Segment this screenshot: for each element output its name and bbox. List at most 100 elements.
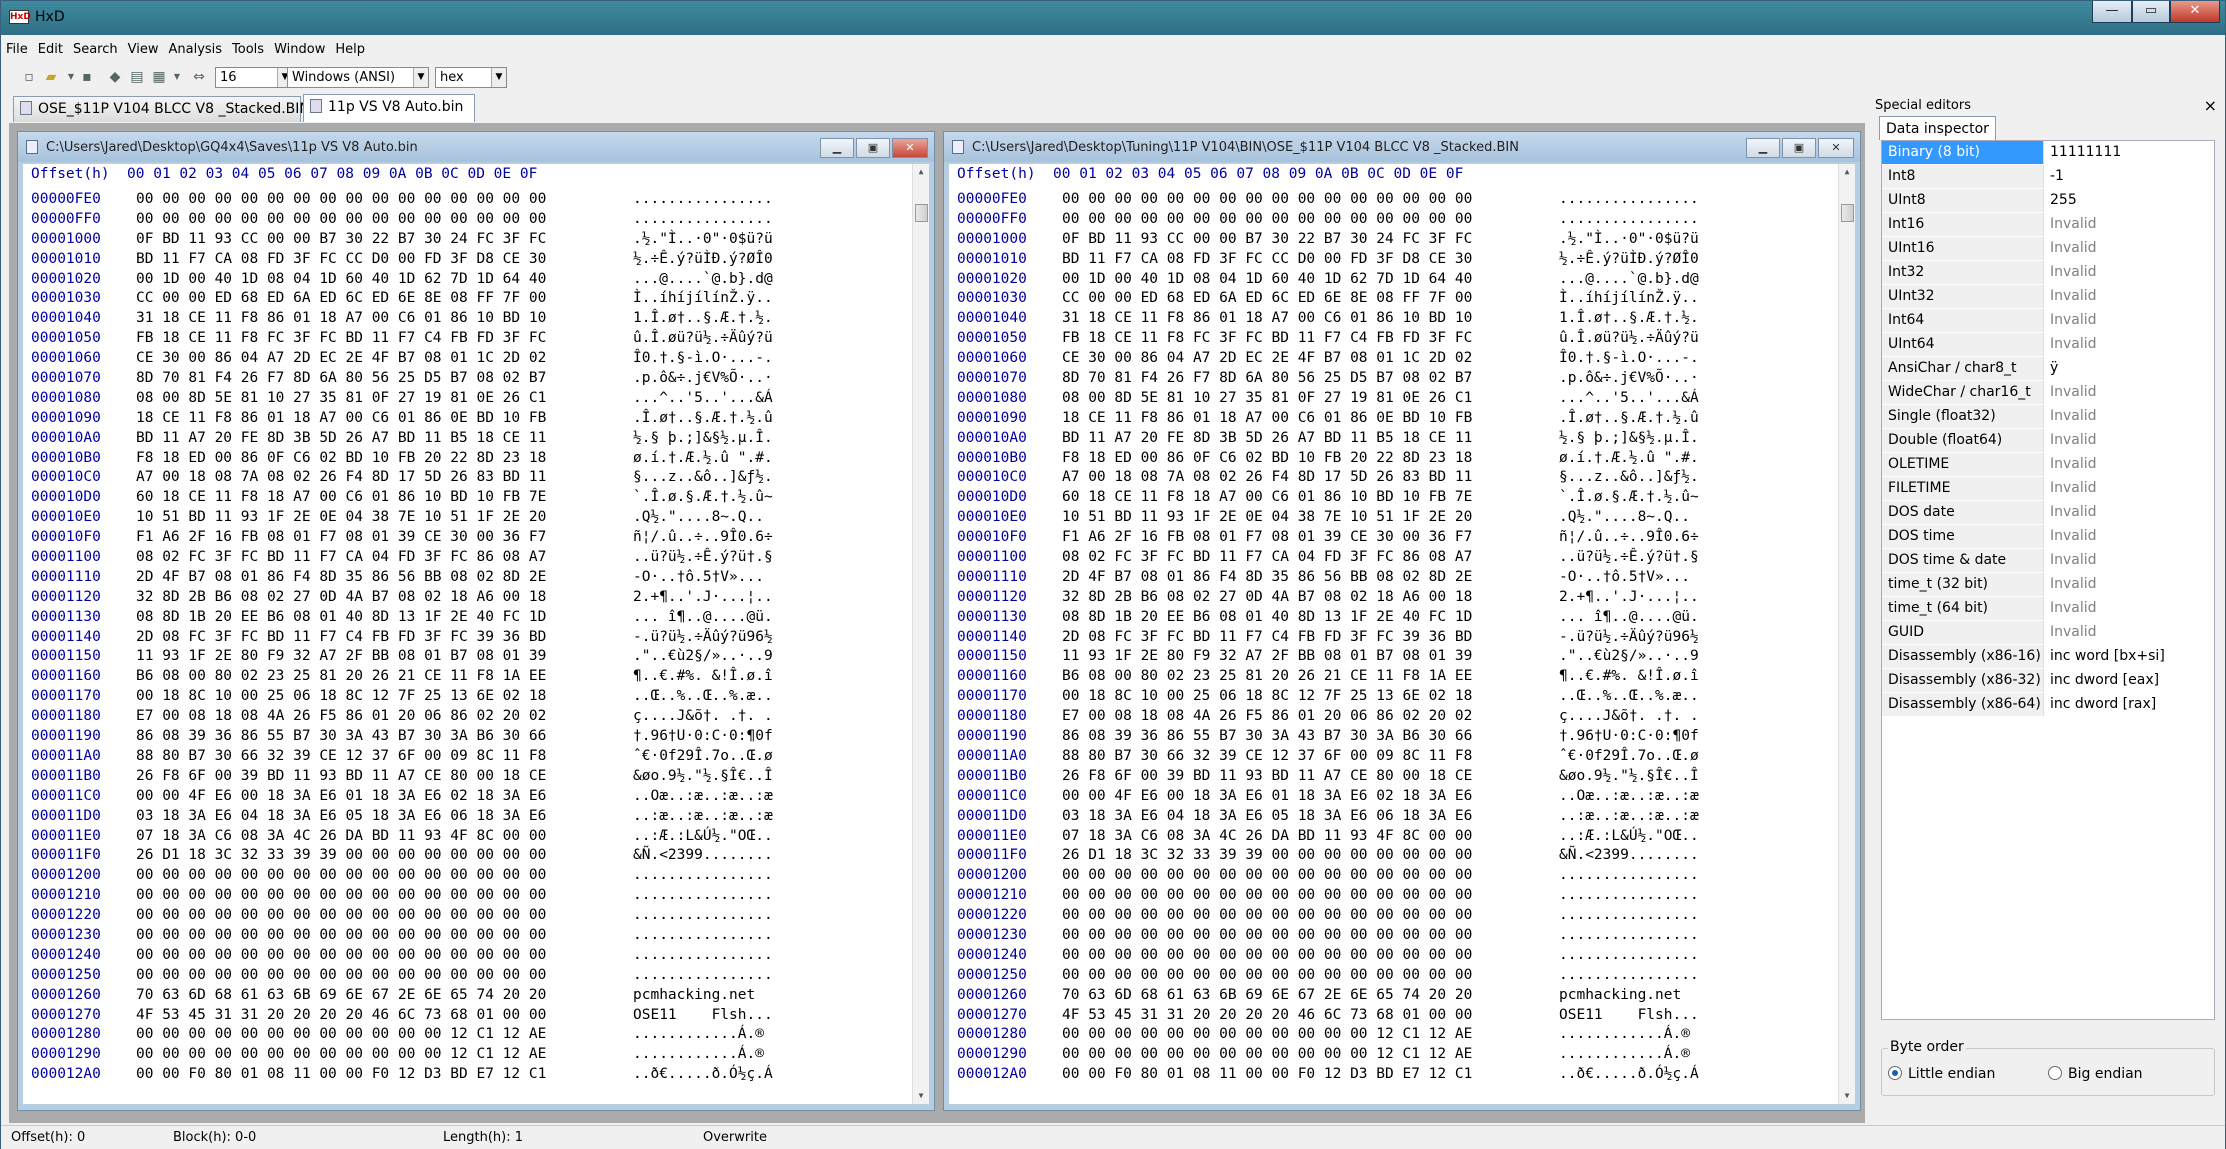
inspector-row[interactable]: Double (float64) Invalid bbox=[1882, 429, 2214, 453]
row-text[interactable]: ..ü?ü½.÷Ê.ý?ü†.§ bbox=[633, 548, 773, 568]
inspector-value[interactable]: Invalid bbox=[2044, 477, 2214, 500]
row-hex-bytes[interactable]: 60 18 CE 11 F8 18 A7 00 C6 01 86 10 BD 1… bbox=[1062, 488, 1472, 508]
tab-data-inspector[interactable]: Data inspector bbox=[1879, 116, 1996, 140]
row-hex-bytes[interactable]: 00 00 00 00 00 00 00 00 00 00 00 00 00 0… bbox=[1062, 886, 1472, 906]
row-text[interactable]: ................ bbox=[1559, 886, 1699, 906]
row-text[interactable]: ."..€ù2§/»..·..9 bbox=[633, 647, 773, 667]
row-hex-bytes[interactable]: 00 00 00 00 00 00 00 00 00 00 00 00 00 0… bbox=[1062, 866, 1472, 886]
row-hex-bytes[interactable]: CC 00 00 ED 68 ED 6A ED 6C ED 6E 8E 08 F… bbox=[136, 289, 546, 309]
row-text[interactable]: -O·..†ô.5†V»... bbox=[1559, 568, 1690, 588]
inspector-row[interactable]: UInt64 Invalid bbox=[1882, 333, 2214, 357]
row-text[interactable]: ................ bbox=[1559, 966, 1699, 986]
inspector-row[interactable]: DOS date Invalid bbox=[1882, 501, 2214, 525]
row-text[interactable]: ...@....`@.b}.d@ bbox=[1559, 270, 1699, 290]
row-hex-bytes[interactable]: 18 CE 11 F8 86 01 18 A7 00 C6 01 86 0E B… bbox=[1062, 409, 1472, 429]
row-text[interactable]: ............Á.® bbox=[633, 1025, 764, 1045]
row-hex-bytes[interactable]: 00 00 00 00 00 00 00 00 00 00 00 00 00 0… bbox=[136, 906, 546, 926]
inspector-row[interactable]: WideChar / char16_t Invalid bbox=[1882, 381, 2214, 405]
row-text[interactable]: ................ bbox=[1559, 866, 1699, 886]
charset-select[interactable]: Windows (ANSI) ▼ bbox=[287, 67, 429, 88]
menu-tools[interactable]: Tools bbox=[227, 39, 269, 60]
row-hex-bytes[interactable]: 00 00 00 00 00 00 00 00 00 00 00 00 00 0… bbox=[136, 190, 546, 210]
inspector-row[interactable]: DOS time & date Invalid bbox=[1882, 549, 2214, 573]
row-hex-bytes[interactable]: 00 1D 00 40 1D 08 04 1D 60 40 1D 62 7D 1… bbox=[1062, 270, 1472, 290]
row-hex-bytes[interactable]: CC 00 00 ED 68 ED 6A ED 6C ED 6E 8E 08 F… bbox=[1062, 289, 1472, 309]
inspector-row[interactable]: Disassembly (x86-64) inc dword [rax] bbox=[1882, 693, 2214, 717]
row-hex-bytes[interactable]: 10 51 BD 11 93 1F 2E 0E 04 38 7E 10 51 1… bbox=[1062, 508, 1472, 528]
hex-view[interactable]: Offset(h) 00 01 02 03 04 05 06 07 08 09 … bbox=[949, 164, 1855, 1104]
row-text[interactable]: ................ bbox=[633, 946, 773, 966]
inspector-value[interactable]: Invalid bbox=[2044, 525, 2214, 548]
menu-view[interactable]: View bbox=[123, 39, 164, 60]
inspector-value[interactable]: Invalid bbox=[2044, 285, 2214, 308]
scroll-down-icon[interactable]: ▼ bbox=[913, 1088, 929, 1104]
row-hex-bytes[interactable]: 00 00 F0 80 01 08 11 00 00 F0 12 D3 BD E… bbox=[136, 1065, 546, 1085]
row-text[interactable]: ................ bbox=[633, 886, 773, 906]
offset-base-select[interactable]: hex ▼ bbox=[435, 67, 507, 88]
row-hex-bytes[interactable]: 26 F8 6F 00 39 BD 11 93 BD 11 A7 CE 80 0… bbox=[1062, 767, 1472, 787]
row-hex-bytes[interactable]: 08 8D 1B 20 EE B6 08 01 40 8D 13 1F 2E 4… bbox=[1062, 608, 1472, 628]
row-text[interactable]: ............Á.® bbox=[1559, 1025, 1690, 1045]
row-hex-bytes[interactable]: 32 8D 2B B6 08 02 27 0D 4A B7 08 02 18 A… bbox=[1062, 588, 1472, 608]
hex-view[interactable]: Offset(h) 00 01 02 03 04 05 06 07 08 09 … bbox=[23, 164, 929, 1104]
row-hex-bytes[interactable]: 11 93 1F 2E 80 F9 32 A7 2F BB 08 01 B7 0… bbox=[1062, 647, 1472, 667]
row-text[interactable]: ˆ€·0f29Î.7o..Œ.ø bbox=[633, 747, 773, 767]
inspector-value[interactable]: inc dword [eax] bbox=[2044, 669, 2214, 692]
row-hex-bytes[interactable]: 00 00 00 00 00 00 00 00 00 00 00 00 00 0… bbox=[136, 866, 546, 886]
row-text[interactable]: ... î¶..@....@ü. bbox=[1559, 608, 1699, 628]
inspector-row[interactable]: UInt16 Invalid bbox=[1882, 237, 2214, 261]
row-text[interactable]: ."..€ù2§/»..·..9 bbox=[1559, 647, 1699, 667]
inspector-row[interactable]: DOS time Invalid bbox=[1882, 525, 2214, 549]
editor-maximize-button[interactable]: ▣ bbox=[1782, 138, 1816, 158]
scroll-up-icon[interactable]: ▲ bbox=[913, 164, 929, 180]
row-hex-bytes[interactable]: 00 00 00 00 00 00 00 00 00 00 00 00 00 0… bbox=[136, 966, 546, 986]
inspector-row[interactable]: GUID Invalid bbox=[1882, 621, 2214, 645]
inspector-value[interactable]: inc dword [rax] bbox=[2044, 693, 2214, 716]
row-hex-bytes[interactable]: 8D 70 81 F4 26 F7 8D 6A 80 56 25 D5 B7 0… bbox=[1062, 369, 1472, 389]
inspector-row[interactable]: Int16 Invalid bbox=[1882, 213, 2214, 237]
inspector-value[interactable]: -1 bbox=[2044, 165, 2214, 188]
row-hex-bytes[interactable]: A7 00 18 08 7A 08 02 26 F4 8D 17 5D 26 8… bbox=[1062, 468, 1472, 488]
row-text[interactable]: ................ bbox=[1559, 190, 1699, 210]
row-hex-bytes[interactable]: BD 11 F7 CA 08 FD 3F FC CC D0 00 FD 3F D… bbox=[1062, 250, 1472, 270]
row-text[interactable]: .½."Ì..·0"·0$ü?ü bbox=[1559, 230, 1699, 250]
row-text[interactable]: ................ bbox=[633, 906, 773, 926]
menu-window[interactable]: Window bbox=[269, 39, 330, 60]
row-hex-bytes[interactable]: 07 18 3A C6 08 3A 4C 26 DA BD 11 93 4F 8… bbox=[136, 827, 546, 847]
inspector-value[interactable]: Invalid bbox=[2044, 381, 2214, 404]
row-text[interactable]: ................ bbox=[633, 190, 773, 210]
inspector-row[interactable]: OLETIME Invalid bbox=[1882, 453, 2214, 477]
print-icon[interactable]: ▤ bbox=[127, 67, 147, 87]
row-text[interactable]: OSE11 Flsh... bbox=[633, 1006, 773, 1026]
row-hex-bytes[interactable]: 00 00 00 00 00 00 00 00 00 00 00 00 12 C… bbox=[1062, 1025, 1472, 1045]
row-text[interactable]: 2.+¶..'.J·...¦.. bbox=[633, 588, 773, 608]
row-hex-bytes[interactable]: 00 00 4F E6 00 18 3A E6 01 18 3A E6 02 1… bbox=[1062, 787, 1472, 807]
row-text[interactable]: ..ð€.....ð.Ó½ç.Á bbox=[633, 1065, 773, 1085]
row-text[interactable]: ½.÷Ê.ý?üÌÐ.ý?ØÎ0 bbox=[633, 250, 773, 270]
row-hex-bytes[interactable]: 08 8D 1B 20 EE B6 08 01 40 8D 13 1F 2E 4… bbox=[136, 608, 546, 628]
inspector-row[interactable]: time_t (64 bit) Invalid bbox=[1882, 597, 2214, 621]
row-text[interactable]: `.Î.ø.§.Æ.†.½.û~ bbox=[1559, 488, 1699, 508]
row-text[interactable]: û.Î.øü?ü½.÷Äûý?ü bbox=[633, 329, 773, 349]
row-hex-bytes[interactable]: 08 02 FC 3F FC BD 11 F7 CA 04 FD 3F FC 8… bbox=[136, 548, 546, 568]
new-file-icon[interactable]: ▫ bbox=[19, 67, 39, 87]
row-text[interactable]: ................ bbox=[633, 926, 773, 946]
row-hex-bytes[interactable]: BD 11 F7 CA 08 FD 3F FC CC D0 00 FD 3F D… bbox=[136, 250, 546, 270]
inspector-value[interactable]: Invalid bbox=[2044, 501, 2214, 524]
inspector-value[interactable]: Invalid bbox=[2044, 213, 2214, 236]
row-hex-bytes[interactable]: 88 80 B7 30 66 32 39 CE 12 37 6F 00 09 8… bbox=[1062, 747, 1472, 767]
row-text[interactable]: ½.§ þ.;]&§½.µ.Î. bbox=[633, 429, 773, 449]
scroll-thumb[interactable] bbox=[1841, 204, 1854, 222]
row-hex-bytes[interactable]: 08 00 8D 5E 81 10 27 35 81 0F 27 19 81 0… bbox=[1062, 389, 1472, 409]
maximize-button[interactable]: ▭ bbox=[2132, 1, 2170, 23]
row-hex-bytes[interactable]: 00 00 F0 80 01 08 11 00 00 F0 12 D3 BD E… bbox=[1062, 1065, 1472, 1085]
row-text[interactable]: ... î¶..@....@ü. bbox=[633, 608, 773, 628]
row-hex-bytes[interactable]: 00 00 00 00 00 00 00 00 00 00 00 00 00 0… bbox=[1062, 906, 1472, 926]
inspector-row[interactable]: FILETIME Invalid bbox=[1882, 477, 2214, 501]
vertical-scrollbar[interactable]: ▲ ▼ bbox=[912, 164, 929, 1104]
inspector-row[interactable]: UInt32 Invalid bbox=[1882, 285, 2214, 309]
row-text[interactable]: ..:æ..:æ..:æ..:æ bbox=[633, 807, 773, 827]
row-text[interactable]: ..Oæ..:æ..:æ..:æ bbox=[633, 787, 773, 807]
vertical-scrollbar[interactable]: ▲ ▼ bbox=[1838, 164, 1855, 1104]
row-text[interactable]: 1.Î.ø†..§.Æ.†.½. bbox=[633, 309, 773, 329]
